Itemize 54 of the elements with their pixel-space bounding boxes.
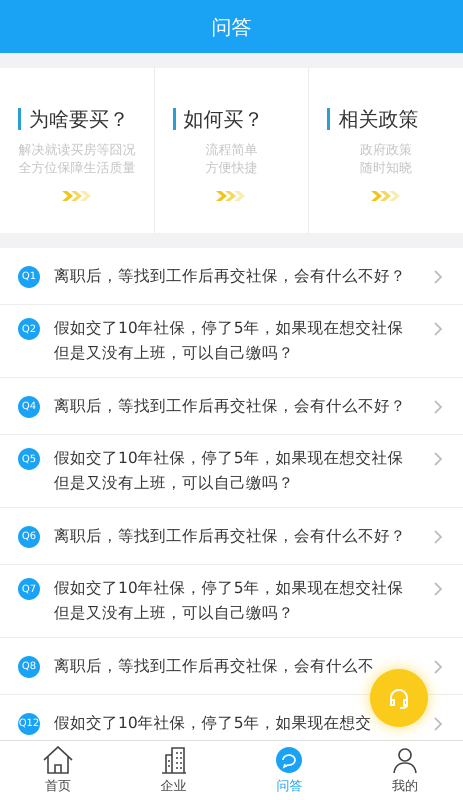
card-subtitle: 方便快捷 bbox=[205, 160, 258, 178]
page-title: 问答 bbox=[212, 14, 252, 40]
question-badge: Q1 bbox=[18, 266, 40, 288]
card-subtitle: 解决就读买房等囧况 bbox=[18, 142, 136, 160]
nav-tab[interactable]: 我的 bbox=[347, 741, 463, 800]
chevron-right-icon bbox=[434, 716, 443, 730]
headset-icon bbox=[387, 686, 411, 710]
feature-card[interactable]: 相关政策 政府政策 随时知晓 bbox=[309, 68, 463, 233]
chevron-right-icon bbox=[434, 270, 443, 284]
question-badge: Q5 bbox=[18, 448, 40, 470]
nav-tab[interactable]: 企业 bbox=[116, 741, 232, 800]
question-row[interactable]: Q6 离职后，等找到工作后再交社保，会有什么不好？ bbox=[0, 508, 463, 565]
question-row[interactable]: Q5 假如交了10年社保，停了5年，如果现在想交社保但是又没有上班，可以自己缴吗？ bbox=[0, 435, 463, 508]
card-subtitle: 全方位保障生活质量 bbox=[18, 160, 136, 178]
chevron-right-icon bbox=[434, 400, 443, 414]
feature-card[interactable]: 如何买？ 流程简单 方便快捷 bbox=[154, 68, 308, 233]
card-title: 相关政策 bbox=[338, 106, 418, 133]
question-badge: Q8 bbox=[18, 656, 40, 678]
question-badge: Q7 bbox=[18, 578, 40, 600]
card-title: 如何买？ bbox=[184, 106, 264, 133]
card-title: 为啥要买？ bbox=[29, 106, 129, 133]
question-badge: Q6 bbox=[18, 526, 40, 548]
question-badge: Q4 bbox=[18, 396, 40, 418]
chevrons-icon bbox=[371, 190, 402, 202]
chevrons-icon bbox=[216, 190, 246, 202]
question-badge: Q2 bbox=[18, 318, 40, 340]
home-icon bbox=[42, 744, 74, 775]
accent-bar bbox=[18, 108, 21, 130]
question-row[interactable]: Q2 假如交了10年社保，停了5年，如果现在想交社保但是又没有上班，可以自己缴吗？ bbox=[0, 305, 463, 378]
question-badge: Q12 bbox=[18, 712, 40, 734]
question-text: 假如交了10年社保，停了5年，如果现在想交 bbox=[54, 712, 373, 734]
card-subtitle: 政府政策 bbox=[360, 142, 412, 160]
question-row[interactable]: Q7 假如交了10年社保，停了5年，如果现在想交社保但是又没有上班，可以自己缴吗？ bbox=[0, 565, 463, 638]
feature-card[interactable]: 为啥要买？ 解决就读买房等囧况 全方位保障生活质量 bbox=[0, 68, 154, 233]
question-text: 假如交了10年社保，停了5年，如果现在想交社保但是又没有上班，可以自己缴吗？ bbox=[54, 578, 405, 624]
question-row[interactable]: Q1 离职后，等找到工作后再交社保，会有什么不好？ bbox=[0, 248, 463, 305]
question-text: 假如交了10年社保，停了5年，如果现在想交社保但是又没有上班，可以自己缴吗？ bbox=[54, 448, 405, 494]
chevron-right-icon bbox=[434, 530, 443, 544]
accent-bar bbox=[172, 108, 176, 130]
chevron-right-icon bbox=[434, 582, 443, 596]
question-text: 离职后，等找到工作后再交社保，会有什么不好？ bbox=[54, 526, 406, 546]
question-text: 离职后，等找到工作后再交社保，会有什么不好？ bbox=[54, 396, 406, 416]
chevron-right-icon bbox=[434, 660, 443, 674]
card-subtitle: 随时知晓 bbox=[360, 160, 412, 178]
chevron-right-icon bbox=[434, 452, 443, 466]
question-text: 离职后，等找到工作后再交社保，会有什么不 bbox=[54, 656, 375, 676]
question-text: 假如交了10年社保，停了5年，如果现在想交社保但是又没有上班，可以自己缴吗？ bbox=[54, 318, 405, 364]
chevrons-icon bbox=[62, 190, 92, 202]
question-row[interactable]: Q4 离职后，等找到工作后再交社保，会有什么不好？ bbox=[0, 378, 463, 435]
question-text: 离职后，等找到工作后再交社保，会有什么不好？ bbox=[54, 266, 406, 286]
chevron-right-icon bbox=[434, 322, 443, 336]
nav-tab[interactable]: 首页 bbox=[0, 741, 116, 800]
accent-bar bbox=[327, 108, 330, 130]
card-subtitle: 流程简单 bbox=[205, 142, 258, 160]
